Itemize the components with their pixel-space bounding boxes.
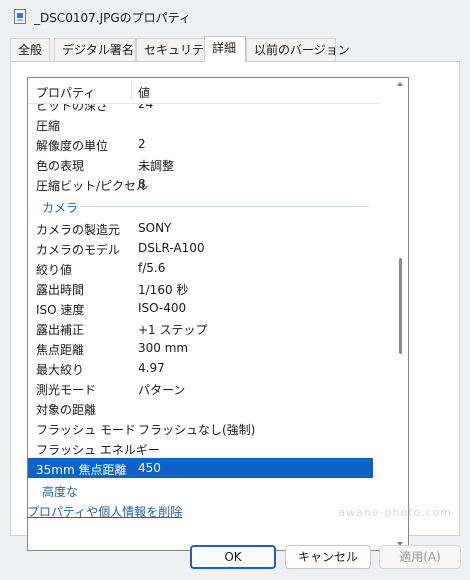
property-name: 最大絞り: [36, 363, 85, 377]
property-name: 露出時間: [36, 283, 85, 297]
list-item[interactable]: 最大絞り 4.97: [28, 358, 373, 378]
property-value: 300 mm: [138, 341, 189, 355]
list-item[interactable]: 色の表現 未調整: [28, 154, 373, 174]
list-item[interactable]: 対象の距離: [28, 398, 373, 418]
property-name: フラッシュ モード: [36, 423, 136, 437]
list-item-selected[interactable]: 35mm 焦点距離 450: [28, 458, 373, 478]
property-name: カメラのモデル: [36, 243, 121, 257]
list-item[interactable]: カメラのモデル DSLR-A100: [28, 238, 373, 258]
cancel-button[interactable]: キャンセル: [285, 545, 371, 569]
property-value: 8: [138, 177, 146, 191]
column-header-property[interactable]: プロパティ: [36, 84, 95, 101]
list-item[interactable]: 絞り値 f/5.6: [28, 258, 373, 278]
property-value: 1/160 秒: [138, 283, 189, 297]
property-value: f/5.6: [138, 261, 166, 275]
list-item[interactable]: 焦点距離 300 mm: [28, 338, 373, 358]
list-item[interactable]: ISO 速度 ISO-400: [28, 298, 373, 318]
list-item[interactable]: カメラの製造元 SONY: [28, 218, 373, 238]
property-name: 対象の距離: [36, 403, 97, 417]
property-name: 圧縮ビット/ピクセル: [36, 179, 149, 193]
property-name: 絞り値: [36, 263, 73, 277]
property-name: カメラの製造元: [36, 223, 121, 237]
property-value: ISO-400: [138, 301, 187, 315]
category-divider: [80, 206, 369, 207]
details-panel: プロパティ 値 ビットの深さ 24 圧縮 解像度の単位 2 色の表現 未調整 圧…: [10, 61, 460, 551]
property-name: 焦点距離: [36, 343, 85, 357]
property-value: +1 ステップ: [138, 323, 208, 337]
category-camera: カメラ: [28, 196, 373, 216]
property-name: ISO 速度: [36, 303, 85, 317]
list-item[interactable]: 露出補正 +1 ステップ: [28, 318, 373, 338]
property-value: 450: [138, 461, 161, 475]
category-label: 高度な: [42, 485, 79, 499]
property-value: 4.97: [138, 361, 165, 375]
property-name: 測光モード: [36, 383, 97, 397]
property-name: 露出補正: [36, 323, 85, 337]
list-rows: ビットの深さ 24 圧縮 解像度の単位 2 色の表現 未調整 圧縮ビット/ピクセ…: [28, 78, 393, 550]
vertical-scrollbar[interactable]: [392, 78, 408, 550]
property-value: パターン: [138, 383, 186, 397]
ok-button[interactable]: OK: [190, 545, 276, 569]
tab-digital-signature[interactable]: デジタル署名: [54, 38, 136, 61]
list-item[interactable]: 測光モード パターン: [28, 378, 373, 398]
scroll-up-icon[interactable]: [397, 82, 403, 86]
category-label: カメラ: [42, 201, 79, 215]
property-name: 色の表現: [36, 159, 85, 173]
list-item[interactable]: 圧縮: [28, 114, 373, 134]
property-value: フラッシュなし(強制): [138, 423, 256, 437]
tab-previous-versions[interactable]: 以前のバージョン: [246, 38, 350, 61]
column-header-value[interactable]: 値: [138, 84, 150, 101]
apply-button[interactable]: 適用(A): [379, 545, 461, 569]
list-header: プロパティ 値: [28, 78, 382, 104]
category-advanced: 高度な: [28, 480, 373, 500]
image-file-icon: [14, 9, 26, 24]
property-name: 解像度の単位: [36, 139, 109, 153]
property-value: DSLR-A100: [138, 241, 205, 255]
column-divider[interactable]: [131, 80, 132, 101]
property-value: SONY: [138, 221, 172, 235]
scroll-thumb[interactable]: [399, 258, 402, 354]
list-item[interactable]: 圧縮ビット/ピクセル 8: [28, 174, 373, 194]
property-name: フラッシュ エネルギー: [36, 443, 160, 457]
property-name: 35mm 焦点距離: [36, 463, 127, 477]
tab-general[interactable]: 全般: [10, 38, 50, 61]
property-value: 未調整: [138, 159, 175, 173]
tab-security[interactable]: セキュリティ: [136, 38, 215, 61]
list-item[interactable]: フラッシュ エネルギー: [28, 438, 373, 458]
property-name: 圧縮: [36, 119, 61, 133]
title-bar: _DSC0107.JPGのプロパティ: [0, 0, 470, 34]
list-item[interactable]: フラッシュ モード フラッシュなし(強制): [28, 418, 373, 438]
list-item[interactable]: 露出時間 1/160 秒: [28, 278, 373, 298]
property-value: 2: [138, 137, 146, 151]
remove-properties-link[interactable]: プロパティや個人情報を削除: [27, 503, 182, 520]
property-list[interactable]: プロパティ 値 ビットの深さ 24 圧縮 解像度の単位 2 色の表現 未調整 圧…: [27, 77, 409, 551]
watermark: awane-photo.com: [338, 506, 452, 519]
list-item[interactable]: 解像度の単位 2: [28, 134, 373, 154]
window-title: _DSC0107.JPGのプロパティ: [34, 11, 191, 25]
tab-details[interactable]: 詳細: [204, 36, 246, 62]
